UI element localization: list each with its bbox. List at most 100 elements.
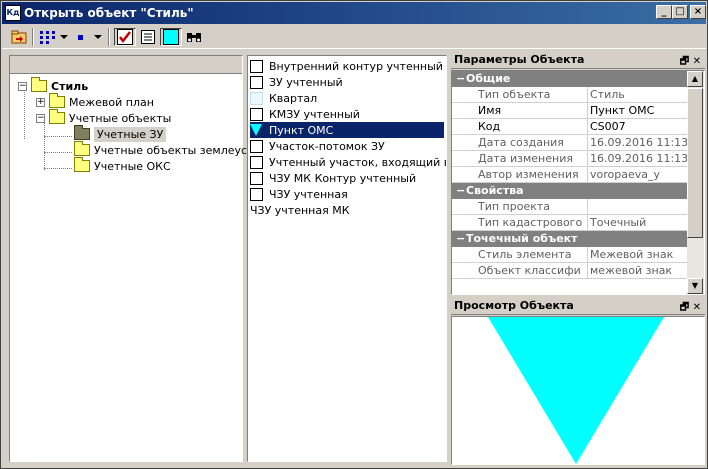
- tree-view-dropdown[interactable]: [38, 28, 70, 46]
- property-row[interactable]: Дата создания 16.09.2016 11:13: [452, 135, 688, 151]
- list-item[interactable]: Участок-потомок ЗУ: [250, 138, 444, 154]
- category-header[interactable]: −Общие: [452, 71, 688, 87]
- tree-root-label: Стиль: [51, 79, 89, 93]
- style-symbol-icon: [250, 187, 263, 201]
- minimize-button[interactable]: _: [656, 5, 672, 19]
- property-row[interactable]: Тип кадастрового Точечный: [452, 215, 688, 231]
- maximize-button[interactable]: □: [672, 5, 688, 19]
- property-value[interactable]: Точечный: [588, 215, 688, 231]
- collapse-icon[interactable]: −: [36, 113, 45, 123]
- scroll-down-icon[interactable]: ▼: [687, 278, 703, 294]
- triangle-symbol-preview: [488, 317, 664, 464]
- scroll-up-icon[interactable]: ▲: [687, 71, 703, 87]
- preview-title: Просмотр Объекта: [454, 299, 574, 312]
- tree-line: [24, 87, 25, 139]
- color-square-icon: [163, 29, 179, 45]
- folder-icon: [31, 77, 47, 92]
- tree-line: [44, 122, 45, 170]
- folder-icon: [49, 93, 65, 108]
- properties-title-bar[interactable]: Параметры Объекта 🗗 ✕: [451, 51, 705, 69]
- pane-restore-close-icons[interactable]: 🗗 ✕: [680, 53, 701, 71]
- collapse-icon[interactable]: −: [456, 231, 466, 247]
- property-value[interactable]: [588, 199, 688, 215]
- list-item[interactable]: ЗУ учтенный: [250, 74, 444, 90]
- list-item[interactable]: Учтенный участок, входящий в: [250, 154, 446, 170]
- preview-pane: Просмотр Объекта 🗗 ✕: [451, 297, 705, 465]
- collapse-icon[interactable]: −: [18, 81, 27, 91]
- document-icon: [141, 30, 155, 44]
- find-button[interactable]: [184, 28, 204, 46]
- tree-root[interactable]: − Стиль: [18, 77, 89, 94]
- open-folder-button[interactable]: [10, 28, 28, 46]
- property-value[interactable]: межевой знак: [588, 263, 688, 279]
- property-value[interactable]: CS007: [588, 119, 688, 135]
- property-key: Дата создания: [452, 135, 588, 151]
- list-item-label: ЧЗУ учтенная: [269, 187, 348, 201]
- property-value[interactable]: voropaeva_y: [588, 167, 688, 183]
- collapse-icon[interactable]: −: [456, 183, 466, 199]
- property-row[interactable]: Объект классифи межевой знак: [452, 263, 688, 279]
- property-row[interactable]: Тип проекта: [452, 199, 688, 215]
- property-key: Тип объекта: [452, 87, 588, 103]
- category-label: Общие: [466, 72, 511, 85]
- list-item[interactable]: Квартал: [250, 90, 444, 106]
- style-symbol-icon: [250, 107, 263, 121]
- list-item-label: ЧЗУ МК Контур учтенный: [269, 171, 417, 185]
- tree-item-selected[interactable]: Учетные ЗУ: [74, 125, 167, 142]
- category-header[interactable]: −Свойства: [452, 183, 688, 199]
- close-button[interactable]: ×: [690, 5, 706, 19]
- tree-item[interactable]: − Учетные объекты: [36, 109, 172, 126]
- style-symbol-icon: [250, 91, 263, 105]
- property-value[interactable]: Пункт ОМС: [588, 103, 688, 119]
- list-item[interactable]: ЧЗУ учтенная: [250, 186, 444, 202]
- small-icon-view-icon: [78, 35, 102, 40]
- list-item[interactable]: КМЗУ учтенный: [250, 106, 444, 122]
- tree-item-label: Учетные объекты: [69, 111, 172, 125]
- property-row[interactable]: Автор изменения voropaeva_y: [452, 167, 688, 183]
- property-key: Дата изменения: [452, 151, 588, 167]
- style-list-panel[interactable]: Внутренний контур учтенный ЗУ учтенный К…: [247, 55, 447, 462]
- preview-title-bar[interactable]: Просмотр Объекта 🗗 ✕: [451, 297, 705, 315]
- properties-scrollbar[interactable]: ▲ ▼: [687, 71, 704, 294]
- folder-icon: [74, 141, 90, 156]
- property-grid[interactable]: −Общие Тип объекта Стиль Имя Пункт ОМС Код…: [451, 70, 705, 295]
- property-key: Автор изменения: [452, 167, 588, 183]
- property-key: Код: [452, 119, 588, 135]
- expand-icon[interactable]: +: [36, 97, 45, 107]
- title-bar[interactable]: Кд Открыть объект "Стиль" _ □ ×: [2, 2, 706, 24]
- property-value[interactable]: 16.09.2016 11:13: [588, 151, 688, 167]
- scroll-thumb[interactable]: [687, 88, 703, 238]
- checkbox-toggle-button[interactable]: [114, 28, 136, 46]
- property-row[interactable]: Дата изменения 16.09.2016 11:13: [452, 151, 688, 167]
- tree-item[interactable]: Учетные ОКС: [74, 157, 171, 174]
- list-item[interactable]: Внутренний контур учтенный: [250, 58, 444, 74]
- document-button[interactable]: [138, 28, 158, 46]
- list-item[interactable]: ЧЗУ учтенная МК: [250, 202, 444, 218]
- tree-item[interactable]: + Межевой план: [36, 93, 154, 110]
- list-item-label: Участок-потомок ЗУ: [269, 139, 385, 153]
- property-value[interactable]: Межевой знак: [588, 247, 688, 263]
- property-row[interactable]: Тип объекта Стиль: [452, 87, 688, 103]
- pane-restore-close-icons[interactable]: 🗗 ✕: [680, 299, 701, 317]
- checkmark-icon: [117, 29, 133, 45]
- property-key: Тип проекта: [452, 199, 588, 215]
- property-value[interactable]: Стиль: [588, 87, 688, 103]
- toolbar: [2, 25, 706, 49]
- style-tree-panel[interactable]: − Стиль + Межевой план − Учетные объекты…: [9, 55, 253, 462]
- property-row[interactable]: Имя Пункт ОМС: [452, 103, 688, 119]
- category-header[interactable]: −Точечный объект: [452, 231, 688, 247]
- small-icon-dropdown[interactable]: [74, 28, 104, 46]
- tree-header: [10, 56, 242, 74]
- property-row[interactable]: Стиль элемента Межевой знак: [452, 247, 688, 263]
- fill-color-button[interactable]: [160, 28, 182, 46]
- tree-line: [44, 152, 72, 153]
- list-item[interactable]: ЧЗУ МК Контур учтенный: [250, 170, 444, 186]
- tree-item[interactable]: Учетные объекты землеуст: [74, 141, 253, 158]
- toolbar-separator: [32, 28, 34, 46]
- collapse-icon[interactable]: −: [456, 71, 466, 87]
- category-label: Точечный объект: [466, 232, 578, 245]
- property-row[interactable]: Код CS007: [452, 119, 688, 135]
- category-label: Свойства: [466, 184, 524, 197]
- list-item-selected[interactable]: Пункт ОМС: [250, 122, 444, 138]
- property-value[interactable]: 16.09.2016 11:13: [588, 135, 688, 151]
